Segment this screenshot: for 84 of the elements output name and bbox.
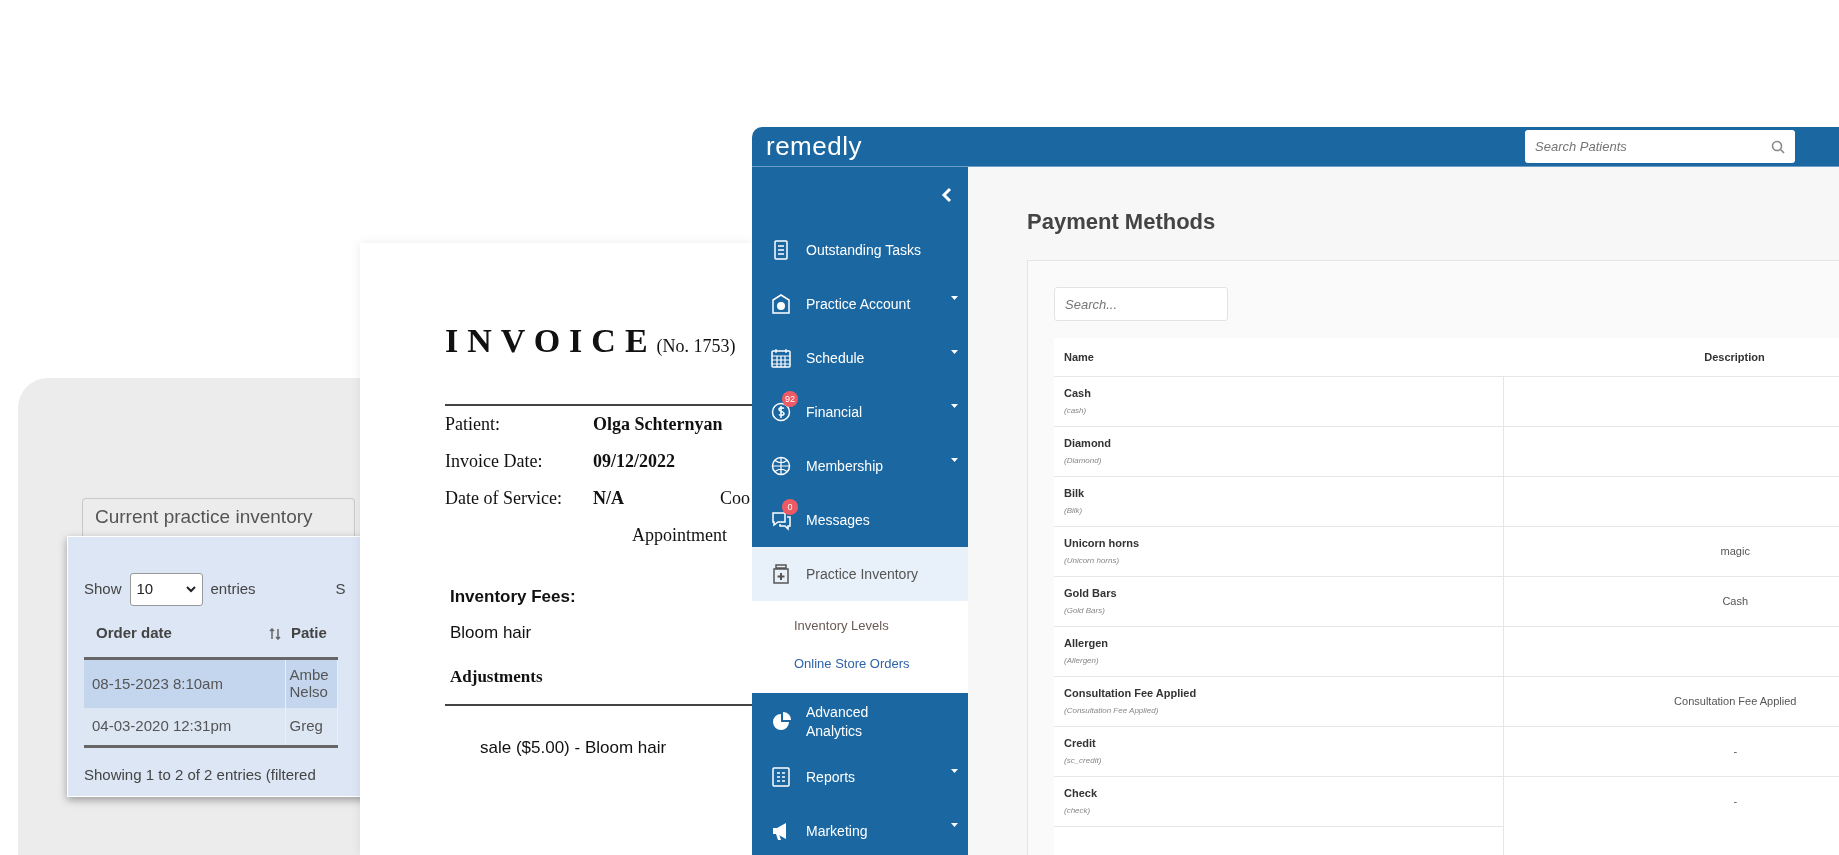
field-label: Coo: [720, 487, 750, 510]
caret-icon: [951, 350, 958, 354]
search-label: S: [335, 579, 346, 600]
method-name: Gold Bars: [1064, 585, 1118, 601]
table-cell: 04-03-2020 12:31pm: [84, 708, 285, 746]
field-value: Olga Schternyan: [593, 413, 720, 436]
field-label: Date of Service:: [445, 487, 563, 510]
section-heading: Adjustments: [450, 666, 544, 688]
column-header[interactable]: Name: [1054, 338, 1503, 376]
method-name: Diamond: [1064, 435, 1113, 451]
calculator-icon: [770, 766, 792, 788]
sidebar-item[interactable]: Financial 92: [752, 385, 968, 439]
pie-chart-icon: [770, 710, 792, 733]
method-code: (Unicorn horns): [1064, 555, 1121, 568]
method-description: -: [1732, 743, 1739, 759]
page-title: Payment Methods: [1027, 208, 1217, 236]
field-label: Invoice Date:: [445, 450, 544, 473]
table-footer: Showing 1 to 2 of 2 entries (filtered: [84, 763, 360, 786]
caret-icon: [951, 404, 958, 408]
notification-badge: 92: [782, 391, 798, 407]
caret-icon: [185, 586, 196, 593]
table-cell: Greg: [285, 708, 337, 746]
search-field[interactable]: Search Patients: [1525, 130, 1795, 163]
column-header[interactable]: Description: [1503, 338, 1839, 376]
method-description: magic: [1719, 543, 1751, 559]
method-name: Credit: [1064, 735, 1097, 751]
method-code: (Gold Bars): [1064, 605, 1106, 618]
submenu-item[interactable]: Inventory Levels: [752, 607, 968, 645]
caret-icon: [951, 296, 958, 300]
globe-icon: [770, 455, 792, 477]
method-code: (Diamond): [1064, 455, 1103, 468]
notification-badge: 0: [782, 499, 798, 515]
sidebar-item[interactable]: Schedule: [752, 331, 968, 385]
search-field[interactable]: Search...: [1054, 287, 1228, 321]
caret-icon: [951, 458, 958, 462]
chat-icon: [770, 509, 792, 531]
line-item: Bloom hair: [450, 621, 533, 644]
table-row[interactable]: 08-15-2023 8:10am Ambe Nelso: [84, 658, 337, 708]
invoice-title: INVOICE: [445, 321, 657, 361]
submenu-item[interactable]: Online Store Orders: [752, 645, 968, 683]
method-description: -: [1732, 794, 1739, 809]
field-label: Patient:: [445, 413, 501, 436]
sidebar-item[interactable]: Advanced Analytics: [752, 693, 968, 750]
field-value: 09/12/2022: [593, 450, 676, 473]
sidebar-item[interactable]: Practice Account: [752, 277, 968, 331]
method-name: Unicorn horns: [1064, 535, 1141, 551]
panel-tab[interactable]: Current practice inventory: [82, 498, 355, 536]
caret-icon: [951, 823, 958, 827]
field-value: N/A: [593, 487, 625, 510]
method-code: (Allergen): [1064, 655, 1100, 668]
sidebar-item[interactable]: Marketing: [752, 804, 968, 855]
method-code: (check): [1064, 805, 1092, 818]
dollar-icon: [770, 401, 792, 423]
logo: remedly: [766, 130, 862, 163]
sidebar-item[interactable]: Reports: [752, 750, 968, 804]
method-description: Cash: [1721, 593, 1750, 609]
section-heading: Inventory Fees:: [450, 586, 577, 608]
sidebar-item[interactable]: Membership: [752, 439, 968, 493]
caret-icon: [951, 769, 958, 773]
sidebar-item[interactable]: Practice Inventory: [752, 547, 968, 601]
medicine-jar-icon: [770, 563, 792, 585]
sidebar-item[interactable]: Outstanding Tasks: [752, 223, 968, 277]
search-icon: [1771, 140, 1785, 154]
sort-icon: [269, 628, 281, 641]
method-code: (cash): [1064, 405, 1088, 418]
sidebar-item[interactable]: Messages 0: [752, 493, 968, 547]
field-label: Appointment: [632, 524, 727, 547]
method-name: Allergen: [1064, 635, 1109, 651]
show-label: Show: [84, 579, 122, 600]
page-size-select[interactable]: 10: [129, 573, 203, 606]
method-code: (Bilk): [1064, 505, 1084, 518]
adjustment-line: sale ($5.00) - Bloom hair: [480, 736, 668, 759]
table-row[interactable]: 04-03-2020 12:31pm Greg: [84, 708, 337, 746]
method-name: Cash: [1064, 385, 1092, 401]
entries-label: entries: [210, 579, 256, 600]
method-name: Bilk: [1064, 485, 1086, 501]
method-description: Consultation Fee Applied: [1673, 693, 1798, 709]
method-code: (sc_credit): [1064, 755, 1103, 768]
invoice-number: (No. 1753): [656, 335, 736, 358]
calendar-icon: [770, 347, 792, 369]
collapse-icon[interactable]: [941, 187, 952, 203]
method-code: (Consultation Fee Applied): [1064, 705, 1160, 718]
method-name: Consultation Fee Applied: [1064, 685, 1198, 701]
method-name: Check: [1064, 785, 1099, 801]
